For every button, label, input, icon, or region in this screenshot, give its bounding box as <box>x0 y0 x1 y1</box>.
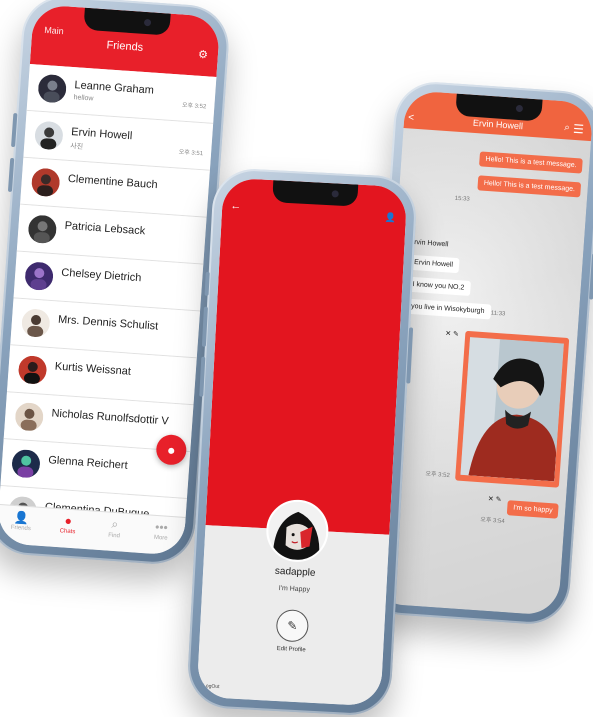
person-icon[interactable]: 👤 <box>384 212 396 224</box>
search-icon: ⌕ <box>111 516 119 532</box>
avatar <box>11 448 41 479</box>
menu-icon[interactable]: ☰ <box>573 122 585 137</box>
message-time: 11:33 <box>490 310 506 318</box>
tab-label: Find <box>107 532 121 540</box>
chat-name: Nicholas Runolfsdottir V <box>51 407 170 428</box>
tab-chats[interactable]: ● Chats <box>43 508 92 549</box>
message-bubble-outgoing: I'm so happy <box>506 500 560 519</box>
chat-name: Glenna Reichert <box>47 454 129 472</box>
message-time: 오후 3:52 <box>425 471 450 480</box>
profile-screen: ← 👤 sadapple I'm Happy ✎ Edit Profile Lo… <box>196 177 408 707</box>
tab-find[interactable]: ⌕ Find <box>90 511 139 552</box>
message-time: 15:33 <box>454 195 470 203</box>
tab-label: Chats <box>59 528 76 536</box>
tab-more[interactable]: ••• More <box>136 515 185 556</box>
chat-time: 오후 3:52 <box>181 102 207 111</box>
page-title: Friends <box>106 39 144 54</box>
message-bubble-incoming: Ervin Howell <box>407 254 460 274</box>
image-message[interactable] <box>455 330 570 488</box>
notch <box>272 180 358 207</box>
volume-down-button <box>199 356 206 397</box>
chat-name: Ervin Howell <box>70 126 133 143</box>
person-icon: 👤 <box>13 510 30 526</box>
logout-link[interactable]: LogOut <box>203 683 220 690</box>
avatar <box>14 401 45 432</box>
close-edit-icons[interactable]: ✕ ✎ <box>445 329 459 338</box>
tab-label: More <box>153 534 168 542</box>
avatar <box>33 120 64 151</box>
chat-bubble-icon: ● <box>64 513 73 529</box>
close-edit-icons[interactable]: ✕ ✎ <box>488 495 502 504</box>
chat-list-screen: Main Friends ⚙ Leanne Graham hellow 오후 3… <box>0 4 221 556</box>
message-time: 오후 3:54 <box>480 517 505 525</box>
chat-photo <box>460 337 564 482</box>
volume-up-button <box>201 306 208 347</box>
power-button <box>589 253 593 300</box>
sender-name: Ervin Howell <box>409 238 449 249</box>
pencil-icon: ✎ <box>286 618 298 634</box>
avatar <box>27 214 58 245</box>
tab-friends[interactable]: 👤 Friends <box>0 505 46 546</box>
chat-name: Mrs. Dennis Schulist <box>57 313 159 333</box>
chat-bubble-icon: ● <box>166 441 177 459</box>
volume-up-button <box>11 112 18 148</box>
chat-list: Leanne Graham hellow 오후 3:52 Ervin Howel… <box>0 63 217 546</box>
search-icon[interactable]: ⌕ <box>564 122 570 133</box>
back-arrow-icon[interactable]: ← <box>230 200 242 213</box>
volume-down-button <box>7 157 15 193</box>
message-bubble-outgoing: Hello! This is a test message. <box>479 151 584 174</box>
avatar <box>24 261 55 292</box>
chat-name: Kurtis Weissnat <box>54 360 132 378</box>
chat-name: Clementine Bauch <box>67 172 159 192</box>
chat-name: Patricia Lebsack <box>64 219 146 238</box>
gear-icon[interactable]: ⚙ <box>198 48 209 62</box>
more-icon: ••• <box>154 519 169 535</box>
chat-preview: 사진 <box>69 143 84 151</box>
message-bubble-outgoing: Hello! This is a test message. <box>477 175 582 198</box>
chat-preview: hellow <box>73 94 94 103</box>
avatar <box>17 354 48 385</box>
phone-profile: ← 👤 sadapple I'm Happy ✎ Edit Profile Lo… <box>186 167 418 717</box>
avatar <box>30 167 61 198</box>
chat-name: Chelsey Dietrich <box>60 266 142 285</box>
phone-chat-list: Main Friends ⚙ Leanne Graham hellow 오후 3… <box>0 0 232 567</box>
avatar <box>37 73 68 104</box>
mute-switch <box>204 271 210 296</box>
avatar <box>20 308 51 338</box>
message-bubble-incoming: you live in Wisokyburgh <box>404 298 491 320</box>
tab-label: Friends <box>10 524 32 533</box>
chat-time: 오후 3:51 <box>178 149 204 158</box>
message-bubble-incoming: I know you NO.2 <box>406 276 471 297</box>
profile-cover <box>205 177 408 535</box>
